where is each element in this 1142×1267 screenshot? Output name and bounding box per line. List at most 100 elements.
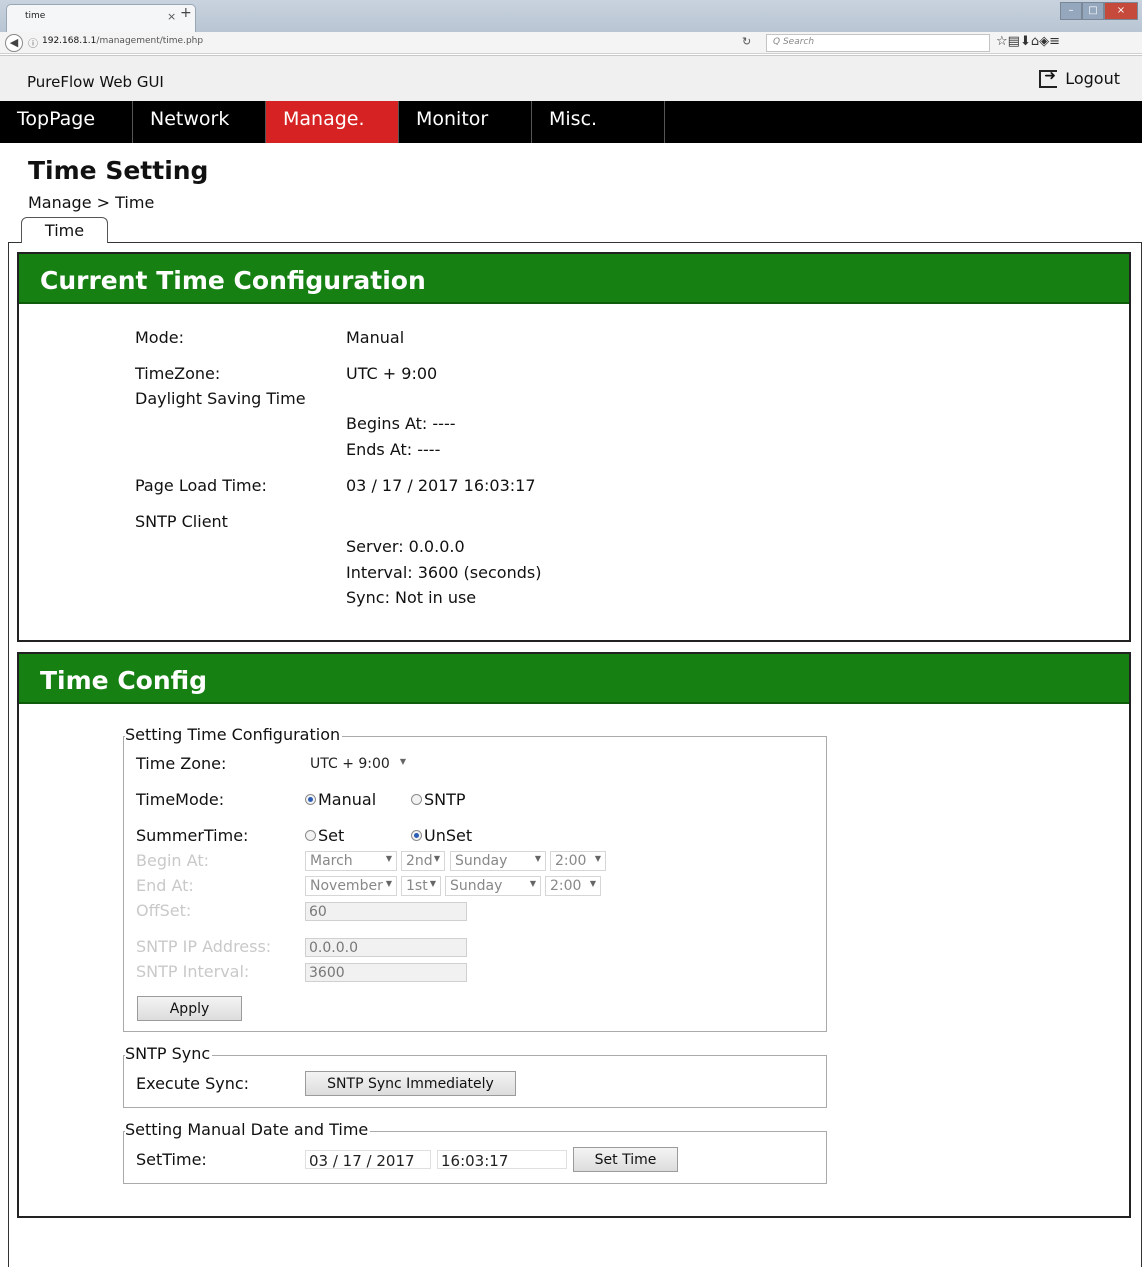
page-load-value: 03 / 17 / 2017 16:03:17	[346, 476, 536, 495]
timezone-field-label: Time Zone:	[136, 754, 227, 773]
begin-week-select[interactable]: 2nd ▼	[401, 851, 445, 871]
menu-item-network[interactable]: Network	[133, 101, 266, 143]
menu-icon[interactable]: ≡	[1049, 34, 1060, 49]
sntp-sync-legend: SNTP Sync	[125, 1044, 213, 1063]
dst-ends-value: Ends At: ----	[346, 440, 441, 459]
begin-at-label: Begin At:	[136, 851, 209, 870]
tab-divider	[8, 242, 1142, 243]
sntp-sync-button[interactable]: SNTP Sync Immediately	[305, 1071, 516, 1096]
home-icon[interactable]: ⌂	[1031, 34, 1039, 49]
apply-button[interactable]: Apply	[137, 996, 242, 1021]
summertime-unset-radio[interactable]: UnSet	[411, 826, 472, 845]
begin-day-select[interactable]: Sunday ▼	[450, 851, 546, 871]
address-bar[interactable]: 192.168.1.1/management/time.php	[42, 36, 203, 46]
setting-time-fieldset: Setting Time Configuration Time Zone: UT…	[123, 725, 827, 1032]
chevron-down-icon: ▼	[399, 757, 406, 766]
new-tab-button[interactable]: +	[180, 5, 192, 21]
end-week-select[interactable]: 1st ▼	[401, 876, 441, 896]
reading-list-icon[interactable]: ▤	[1008, 34, 1020, 49]
timezone-select[interactable]: UTC + 9:00 ▼	[305, 754, 411, 774]
summertime-label: SummerTime:	[136, 826, 249, 845]
download-icon[interactable]: ⬇	[1020, 34, 1031, 49]
end-month-select[interactable]: November ▼	[305, 876, 397, 896]
window-controls: – □ ×	[1060, 2, 1138, 20]
radio-selected-icon	[305, 794, 316, 805]
offset-label: OffSet:	[136, 901, 192, 920]
begin-month-select[interactable]: March ▼	[305, 851, 397, 871]
browser-nav-bar: ◀ ⓘ 192.168.1.1/management/time.php ↻ Q …	[0, 32, 1142, 54]
main-menu: TopPage Network Manage. Monitor Misc.	[0, 101, 1142, 143]
timemode-label: TimeMode:	[136, 790, 225, 809]
browser-search-input[interactable]: Q Search	[766, 34, 990, 52]
chevron-down-icon: ▼	[433, 854, 440, 863]
date-input[interactable]: 03 / 17 / 2017	[305, 1150, 431, 1170]
logout-button[interactable]: Logout	[1039, 68, 1120, 88]
menu-item-misc[interactable]: Misc.	[532, 101, 665, 143]
sntp-interval-label: SNTP Interval:	[136, 962, 250, 981]
bookmark-star-icon[interactable]: ☆	[996, 34, 1008, 49]
logout-label: Logout	[1065, 69, 1120, 88]
sntp-client-label: SNTP Client	[135, 512, 228, 531]
end-day-value: Sunday	[450, 878, 503, 894]
sntp-sync-fieldset: SNTP Sync Execute Sync: SNTP Sync Immedi…	[123, 1044, 827, 1108]
browser-toolbar-icons: ☆▤⬇⌂◈≡	[996, 34, 1060, 49]
sntp-sync-value: Sync: Not in use	[346, 588, 477, 607]
close-tab-icon[interactable]: ×	[167, 10, 176, 23]
pocket-icon[interactable]: ◈	[1039, 34, 1049, 49]
end-at-label: End At:	[136, 876, 194, 895]
menu-item-toppage[interactable]: TopPage	[0, 101, 133, 143]
url-host: 192.168.1.1	[42, 36, 97, 46]
begin-week-value: 2nd	[406, 853, 433, 869]
sntp-interval-input[interactable]: 3600	[305, 963, 467, 982]
timemode-sntp-radio[interactable]: SNTP	[411, 790, 466, 809]
time-config-heading: Time Config	[19, 654, 1129, 704]
end-day-select[interactable]: Sunday ▼	[445, 876, 541, 896]
end-month-value: November	[310, 878, 383, 894]
begin-day-value: Sunday	[455, 853, 508, 869]
dst-label: Daylight Saving Time	[135, 389, 306, 408]
end-time-value: 2:00	[550, 878, 582, 894]
browser-tab[interactable]: time ×	[6, 4, 196, 32]
radio-selected-icon	[411, 830, 422, 841]
timemode-manual-label: Manual	[318, 790, 377, 809]
minimize-button[interactable]: –	[1060, 2, 1082, 20]
begin-month-value: March	[310, 853, 353, 869]
back-arrow-icon[interactable]: ◀	[5, 34, 23, 52]
summertime-set-radio[interactable]: Set	[305, 826, 344, 845]
begin-time-select[interactable]: 2:00 ▼	[550, 851, 606, 871]
tab-time[interactable]: Time	[21, 217, 108, 243]
chevron-down-icon: ▼	[429, 879, 436, 888]
app-header: PureFlow Web GUI Logout	[0, 55, 1142, 101]
menu-item-monitor[interactable]: Monitor	[399, 101, 532, 143]
maximize-button[interactable]: □	[1082, 2, 1104, 20]
browser-tab-bar: time × + – □ ×	[0, 0, 1142, 32]
timemode-manual-radio[interactable]: Manual	[305, 790, 376, 809]
summertime-unset-label: UnSet	[424, 826, 473, 845]
current-time-panel: Current Time Configuration Mode: Manual …	[17, 252, 1131, 642]
site-info-icon[interactable]: ⓘ	[28, 35, 38, 50]
chevron-down-icon: ▼	[385, 879, 392, 888]
time-input[interactable]: 16:03:17	[437, 1150, 567, 1170]
execute-sync-label: Execute Sync:	[136, 1074, 250, 1093]
timezone-select-value: UTC + 9:00	[310, 756, 390, 772]
page-title: Time Setting	[28, 156, 209, 185]
sntp-server-value: Server: 0.0.0.0	[346, 537, 465, 556]
chevron-down-icon: ▼	[589, 879, 596, 888]
sntp-ip-label: SNTP IP Address:	[136, 937, 272, 956]
radio-unselected-icon	[411, 794, 422, 805]
offset-input[interactable]: 60	[305, 902, 467, 921]
browser-tab-title: time	[25, 11, 46, 21]
logout-icon	[1039, 68, 1058, 88]
manual-time-legend: Setting Manual Date and Time	[125, 1120, 371, 1139]
set-time-button[interactable]: Set Time	[573, 1147, 678, 1172]
window-close-button[interactable]: ×	[1104, 2, 1138, 20]
end-time-select[interactable]: 2:00 ▼	[545, 876, 601, 896]
timezone-value: UTC + 9:00	[346, 364, 438, 383]
sntp-ip-input[interactable]: 0.0.0.0	[305, 938, 467, 957]
end-week-value: 1st	[406, 878, 428, 894]
reload-icon[interactable]: ↻	[742, 35, 751, 48]
breadcrumb: Manage > Time	[28, 193, 155, 212]
app-title: PureFlow Web GUI	[27, 73, 164, 91]
dst-begins-value: Begins At: ----	[346, 414, 456, 433]
menu-item-manage[interactable]: Manage.	[266, 101, 399, 143]
